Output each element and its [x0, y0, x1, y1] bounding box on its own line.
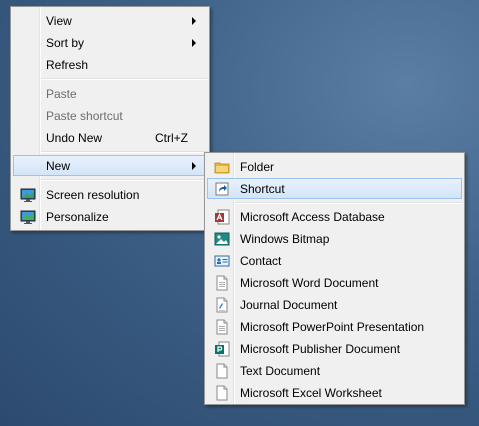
menu-item-label: Folder	[240, 160, 275, 174]
document-icon	[214, 385, 230, 401]
menu-item-paste[interactable]: Paste	[13, 83, 207, 104]
menu-item-label: Microsoft Word Document	[240, 276, 379, 290]
publisher-icon	[214, 341, 230, 357]
menu-item-personalize[interactable]: Personalize	[13, 206, 207, 227]
menu-item-label: Microsoft Excel Worksheet	[240, 386, 382, 400]
monitor-icon	[20, 209, 36, 225]
menu-item-label: Shortcut	[240, 182, 285, 196]
submenu-item-contact[interactable]: Contact	[207, 250, 462, 271]
submenu-arrow-icon	[192, 162, 196, 170]
bitmap-icon	[214, 231, 230, 247]
menu-item-label: Text Document	[240, 364, 321, 378]
shortcut-icon	[214, 181, 230, 197]
menu-item-label: View	[46, 14, 72, 28]
menu-item-paste-shortcut[interactable]: Paste shortcut	[13, 105, 207, 126]
submenu-item-text-document[interactable]: Text Document	[207, 360, 462, 381]
desktop-context-menu: View Sort by Refresh Paste Paste shortcu…	[10, 6, 210, 231]
menu-item-label: Microsoft PowerPoint Presentation	[240, 320, 425, 334]
menu-item-label: Journal Document	[240, 298, 338, 312]
menu-separator	[41, 78, 207, 80]
new-submenu: Folder Shortcut Microsoft Access Databas…	[204, 152, 465, 405]
menu-separator	[41, 151, 207, 153]
submenu-item-excel-worksheet[interactable]: Microsoft Excel Worksheet	[207, 382, 462, 403]
submenu-item-folder[interactable]: Folder	[207, 156, 462, 177]
menu-item-label: Paste shortcut	[46, 109, 123, 123]
menu-item-label: Paste	[46, 87, 77, 101]
menu-item-label: Screen resolution	[46, 188, 140, 202]
menu-separator	[41, 179, 207, 181]
journal-icon	[214, 297, 230, 313]
menu-item-sort-by[interactable]: Sort by	[13, 32, 207, 53]
menu-item-label: Microsoft Publisher Document	[240, 342, 401, 356]
submenu-item-windows-bitmap[interactable]: Windows Bitmap	[207, 228, 462, 249]
submenu-item-powerpoint-presentation[interactable]: Microsoft PowerPoint Presentation	[207, 316, 462, 337]
document-icon	[214, 363, 230, 379]
menu-item-undo-new[interactable]: Undo New Ctrl+Z	[13, 127, 207, 148]
submenu-item-journal-document[interactable]: Journal Document	[207, 294, 462, 315]
document-icon	[214, 275, 230, 291]
menu-item-label: Undo New	[46, 131, 103, 145]
monitor-icon	[20, 187, 36, 203]
menu-item-label: Sort by	[46, 36, 85, 50]
menu-item-shortcut: Ctrl+Z	[155, 131, 188, 145]
menu-item-label: Contact	[240, 254, 282, 268]
submenu-item-word-document[interactable]: Microsoft Word Document	[207, 272, 462, 293]
submenu-item-shortcut[interactable]: Shortcut	[207, 178, 462, 199]
submenu-arrow-icon	[192, 17, 196, 25]
menu-item-label: Personalize	[46, 210, 109, 224]
menu-item-label: Refresh	[46, 58, 89, 72]
submenu-item-access-database[interactable]: Microsoft Access Database	[207, 206, 462, 227]
menu-item-label: Microsoft Access Database	[240, 210, 385, 224]
folder-icon	[214, 159, 230, 175]
submenu-arrow-icon	[192, 39, 196, 47]
menu-item-view[interactable]: View	[13, 10, 207, 31]
access-icon	[214, 209, 230, 225]
menu-item-refresh[interactable]: Refresh	[13, 54, 207, 75]
menu-item-screen-resolution[interactable]: Screen resolution	[13, 184, 207, 205]
document-icon	[214, 319, 230, 335]
menu-item-label: Windows Bitmap	[240, 232, 330, 246]
menu-item-label: New	[46, 159, 71, 173]
menu-item-new[interactable]: New	[13, 155, 207, 176]
submenu-item-publisher-document[interactable]: Microsoft Publisher Document	[207, 338, 462, 359]
menu-separator	[235, 202, 462, 204]
contact-icon	[214, 253, 230, 269]
